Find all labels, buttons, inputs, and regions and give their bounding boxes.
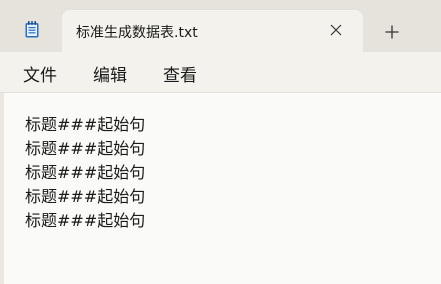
menu-file[interactable]: 文件 [23, 61, 57, 86]
tab-strip: 标准生成数据表.txt [0, 0, 441, 52]
text-line: 标题###起始句 [25, 139, 146, 158]
notepad-icon [25, 21, 39, 38]
menu-bar: 文件 编辑 查看 [0, 52, 441, 93]
tab-document[interactable]: 标准生成数据表.txt [62, 10, 363, 52]
menu-edit[interactable]: 编辑 [93, 61, 127, 86]
text-line: 标题###起始句 [25, 163, 146, 182]
new-tab-button[interactable] [380, 20, 404, 44]
text-line: 标题###起始句 [25, 115, 146, 134]
plus-icon [385, 25, 399, 39]
text-line: 标题###起始句 [25, 187, 146, 206]
text-editor[interactable]: 标题###起始句 标题###起始句 标题###起始句 标题###起始句 标题##… [4, 93, 441, 284]
tab-title: 标准生成数据表.txt [76, 25, 198, 41]
close-icon[interactable] [324, 18, 348, 42]
menu-view[interactable]: 查看 [163, 61, 197, 86]
text-line: 标题###起始句 [25, 211, 146, 230]
notepad-window: 标准生成数据表.txt 文件 编辑 查看 标题###起始句 标题###起始句 标… [0, 0, 441, 284]
